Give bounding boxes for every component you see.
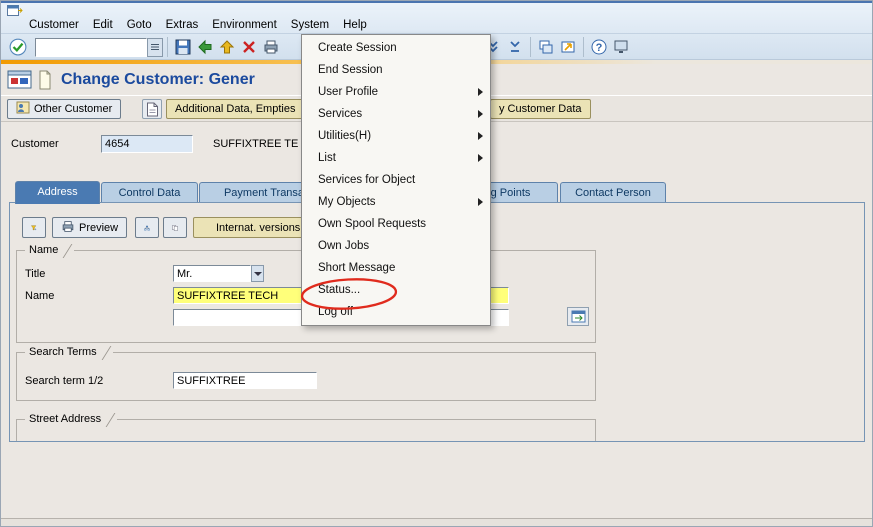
street-address-group: Street Address (16, 412, 596, 441)
customer-data-label: y Customer Data (499, 103, 582, 115)
tab-contact-person[interactable]: Contact Person (560, 182, 666, 203)
menu-item-log-off[interactable]: Log off (302, 301, 490, 323)
cancel-icon[interactable] (238, 36, 260, 58)
save-icon[interactable] (172, 36, 194, 58)
name-group-label: Name (25, 243, 75, 258)
menu-item-status[interactable]: Status... (302, 279, 490, 301)
last-page-icon[interactable] (504, 36, 526, 58)
window-top-border (1, 1, 872, 3)
menu-item-create-session[interactable]: Create Session (302, 37, 490, 59)
print-icon[interactable] (260, 36, 282, 58)
tab-control-data[interactable]: Control Data (101, 182, 198, 203)
toolbar-separator (167, 37, 168, 57)
menu-item-label: Own Jobs (318, 240, 370, 252)
title-dropdown-icon[interactable] (251, 265, 264, 282)
sap-window: Customer Edit Goto Extras Environment Sy… (0, 0, 873, 527)
menu-item-services-for-object[interactable]: Services for Object (302, 169, 490, 191)
system-menu: Create Session End Session User Profile … (301, 34, 491, 326)
submenu-arrow-icon (478, 110, 483, 118)
screen-icon[interactable] (7, 70, 33, 93)
international-versions-label: Internat. versions (215, 221, 301, 234)
filter-icon-button[interactable] (22, 217, 46, 238)
panel-toolbar: Preview Internat. versions (22, 217, 324, 238)
menu-item-list[interactable]: List (302, 147, 490, 169)
document-icon[interactable] (38, 70, 52, 93)
preview-button[interactable]: Preview (52, 217, 128, 238)
customize-layout-icon[interactable] (610, 36, 632, 58)
menubar-item-environment[interactable]: Environment (212, 19, 277, 31)
menu-item-own-jobs[interactable]: Own Jobs (302, 235, 490, 257)
menu-item-label: My Objects (318, 196, 376, 208)
enter-button[interactable] (7, 36, 29, 58)
tab-address[interactable]: Address (15, 181, 100, 204)
menu-item-label: Short Message (318, 262, 396, 274)
title-label: Title (25, 268, 46, 280)
shortcut-icon[interactable] (557, 36, 579, 58)
menubar-item-help[interactable]: Help (343, 19, 367, 31)
menubar-item-extras[interactable]: Extras (166, 19, 199, 31)
menu-item-user-profile[interactable]: User Profile (302, 81, 490, 103)
preview-label: Preview (79, 221, 119, 234)
search-terms-group-label: Search Terms (25, 345, 113, 360)
menu-item-label: Services (318, 108, 363, 120)
command-input[interactable] (35, 37, 147, 57)
new-session-icon[interactable] (535, 36, 557, 58)
printer-icon (61, 220, 75, 236)
submenu-arrow-icon (478, 132, 483, 140)
other-customer-icon (16, 101, 30, 117)
search-term-label: Search term 1/2 (25, 375, 104, 387)
menu-item-label: Services for Object (318, 174, 416, 186)
help-icon[interactable]: ? (588, 36, 610, 58)
status-bar (1, 518, 872, 526)
menu-item-label: Own Spool Requests (318, 218, 427, 230)
menu-item-label: End Session (318, 64, 383, 76)
back-icon[interactable] (194, 36, 216, 58)
customer-name-text: SUFFIXTREE TE (213, 138, 299, 150)
toolbar-separator (583, 37, 584, 57)
menubar-item-customer[interactable]: Customer (29, 19, 79, 31)
svg-text:?: ? (596, 42, 603, 54)
menu-item-own-spool-requests[interactable]: Own Spool Requests (302, 213, 490, 235)
submenu-arrow-icon (478, 88, 483, 96)
menu-item-my-objects[interactable]: My Objects (302, 191, 490, 213)
page-title: Change Customer: Gener (61, 71, 255, 88)
search-term-field[interactable] (173, 372, 317, 389)
hierarchy-icon-button[interactable] (135, 217, 160, 238)
customer-data-button[interactable]: y Customer Data (490, 99, 591, 119)
menubar: Customer Edit Goto Extras Environment Sy… (1, 16, 872, 33)
menu-item-label: Utilities(H) (318, 130, 372, 142)
menubar-item-system[interactable]: System (291, 19, 329, 31)
additional-data-label: Additional Data, Empties (175, 103, 296, 115)
menu-item-label: User Profile (318, 86, 379, 98)
submenu-arrow-icon (478, 154, 483, 162)
search-terms-group: Search Terms Search term 1/2 (16, 345, 596, 401)
window-menu-icon[interactable] (7, 5, 23, 16)
street-address-group-label: Street Address (25, 412, 118, 427)
other-customer-button[interactable]: Other Customer (7, 99, 122, 119)
menu-item-end-session[interactable]: End Session (302, 59, 490, 81)
command-history-icon[interactable] (147, 37, 163, 57)
menubar-item-edit[interactable]: Edit (93, 19, 113, 31)
menu-item-utilities[interactable]: Utilities(H) (302, 125, 490, 147)
customer-number-field[interactable]: 4654 (101, 135, 193, 153)
menu-item-label: List (318, 152, 336, 164)
menubar-item-goto[interactable]: Goto (127, 19, 152, 31)
toolbar-separator (530, 37, 531, 57)
other-customer-label: Other Customer (34, 103, 113, 115)
customer-label: Customer (11, 138, 59, 150)
menu-item-short-message[interactable]: Short Message (302, 257, 490, 279)
name-label: Name (25, 290, 55, 302)
title-field[interactable] (173, 265, 251, 282)
menu-item-services[interactable]: Services (302, 103, 490, 125)
additional-data-button[interactable]: Additional Data, Empties (166, 99, 305, 119)
copy-icon-button[interactable] (163, 217, 188, 238)
exit-icon[interactable] (216, 36, 238, 58)
menu-item-label: Status... (318, 284, 361, 296)
menu-item-label: Create Session (318, 42, 397, 54)
menu-item-label: Log off (318, 306, 353, 318)
submenu-arrow-icon (478, 198, 483, 206)
paper-icon-button[interactable] (142, 99, 162, 119)
more-fields-icon-button[interactable] (567, 307, 589, 326)
